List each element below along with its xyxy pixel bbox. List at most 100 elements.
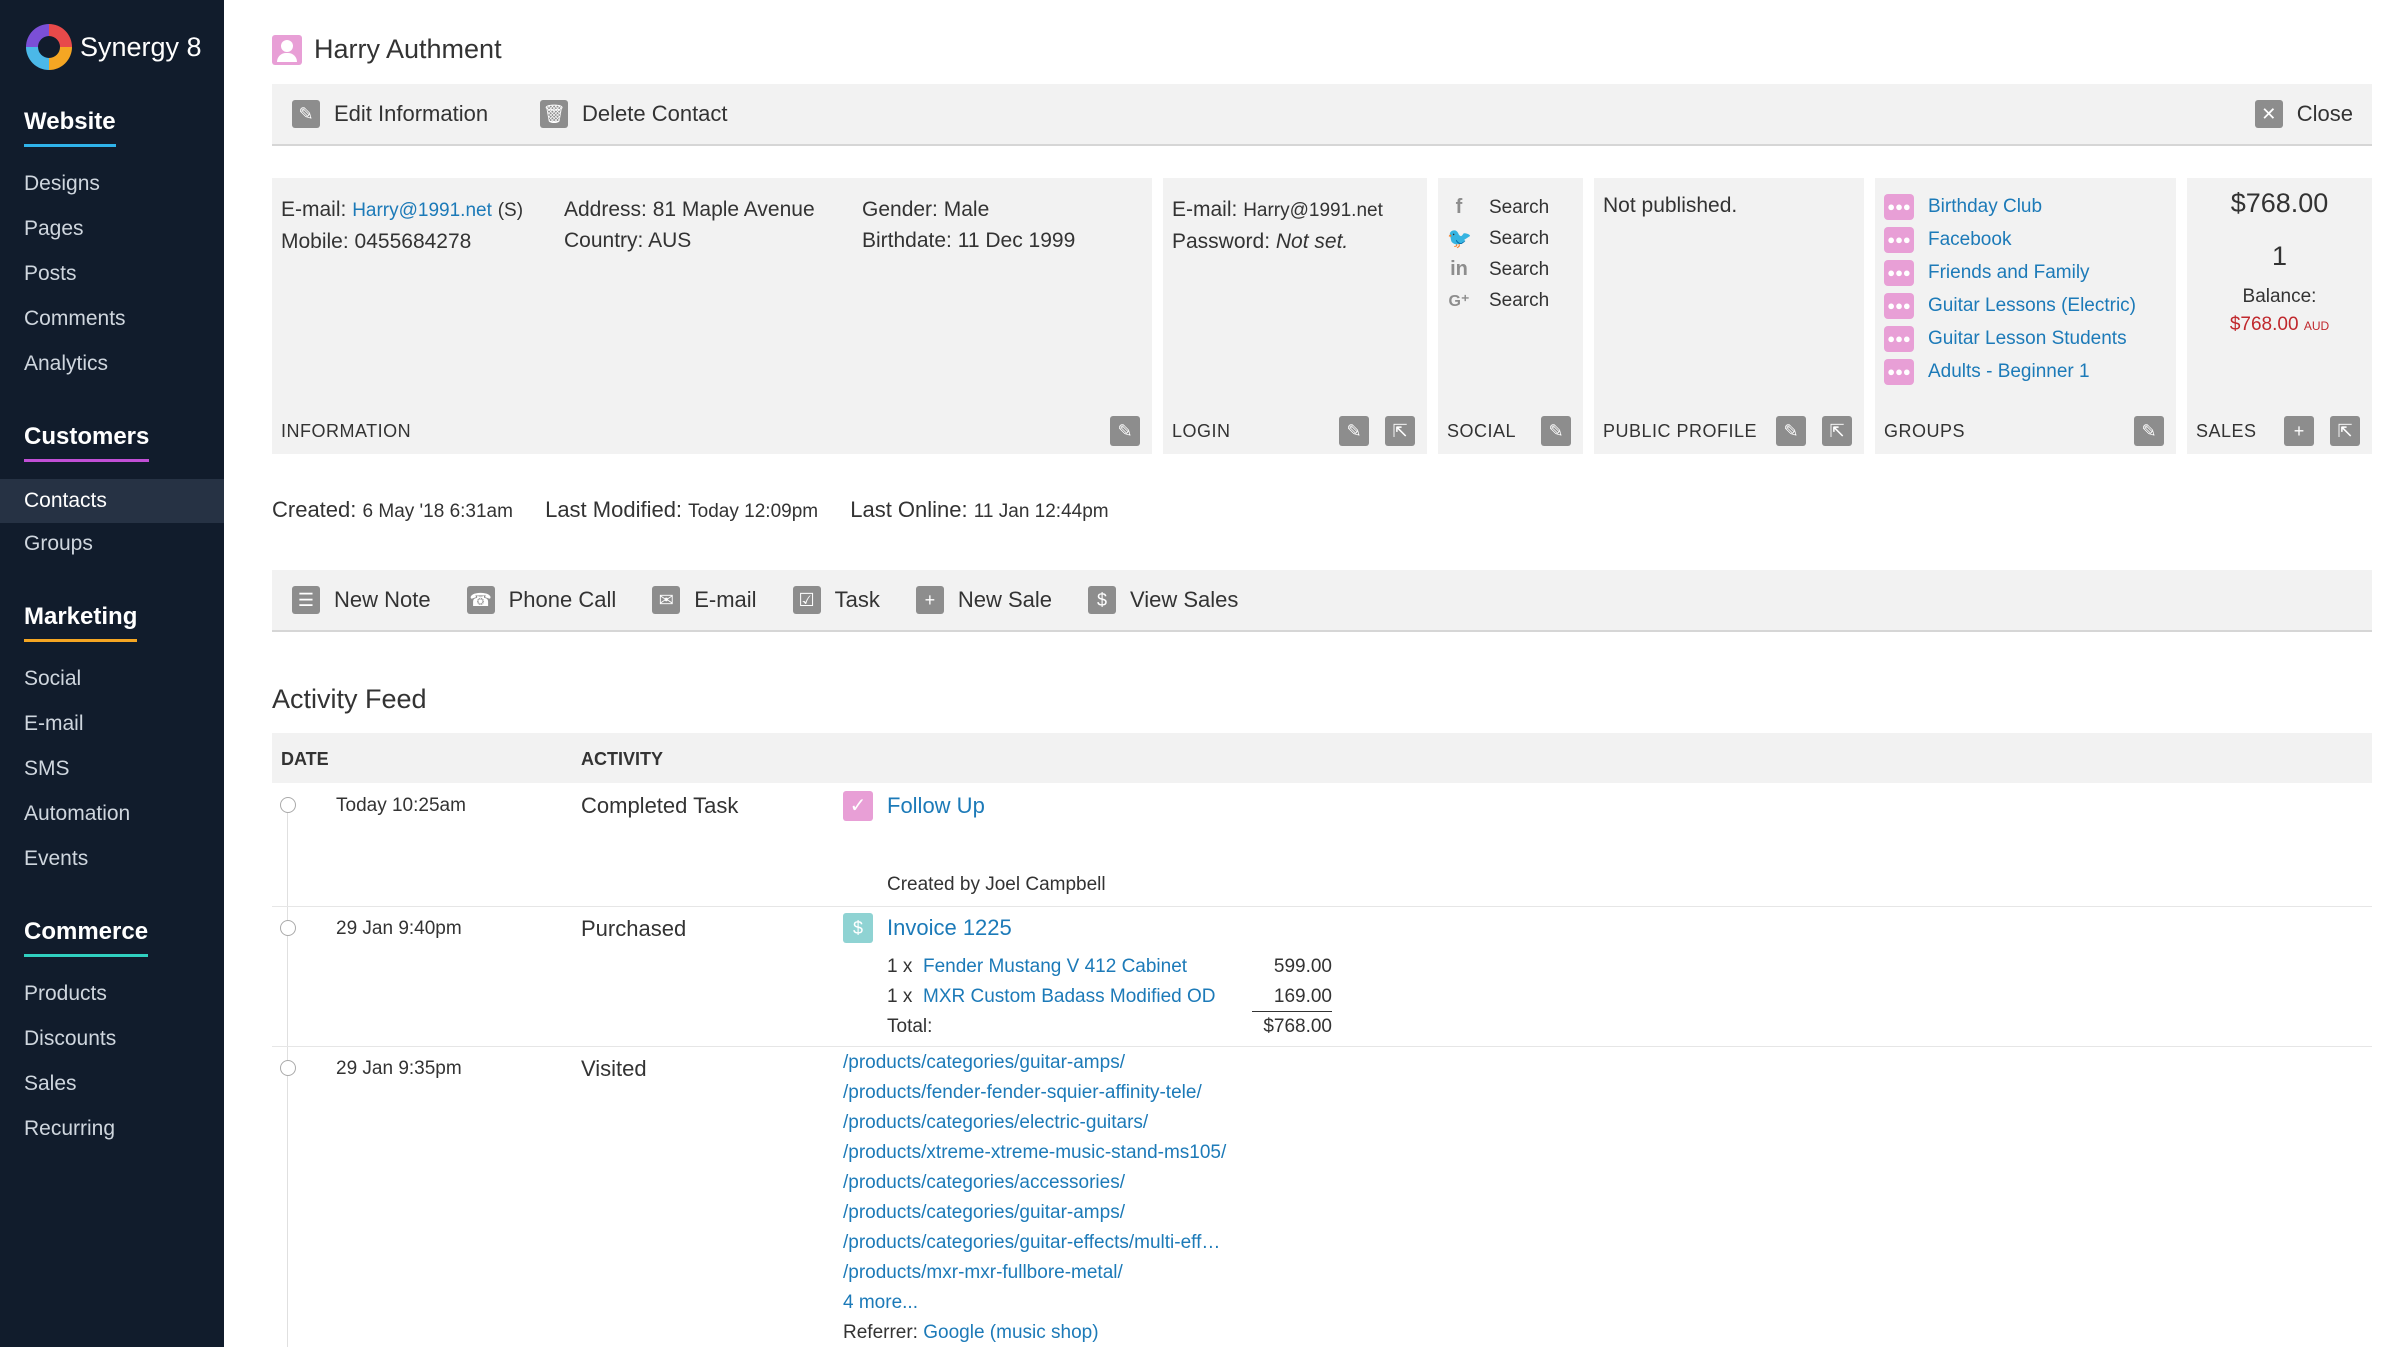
nav-item-sms[interactable]: SMS bbox=[24, 757, 70, 781]
contact-meta: Created: 6 May '18 6:31am Last Modified:… bbox=[272, 497, 1109, 522]
twitter-icon: 🐦 bbox=[1447, 228, 1472, 250]
social-label: SOCIAL bbox=[1447, 421, 1517, 441]
group-item[interactable]: ●●● Guitar Lessons (Electric) bbox=[1884, 289, 2136, 322]
nav-section-customers[interactable]: Customers bbox=[24, 423, 150, 462]
group-icon: ●●● bbox=[1884, 325, 1914, 352]
invoice-line: 1 x Fender Mustang V 412 Cabinet 599.00 bbox=[887, 952, 1332, 982]
invoice-dollar-icon: $ bbox=[843, 913, 873, 943]
online-date: 11 Jan 12:44pm bbox=[973, 501, 1109, 522]
dollar-icon: $ bbox=[1087, 586, 1116, 614]
activity-row: Today 10:25am Completed Task ✓ Follow Up… bbox=[272, 783, 2372, 907]
social-card: f Search 🐦 Search in Search G⁺ Search SOCIAL… bbox=[1438, 178, 1583, 454]
nav-item-products[interactable]: Products bbox=[24, 982, 107, 1006]
timeline-dot bbox=[280, 920, 296, 936]
activity-feed-title: Activity Feed bbox=[272, 684, 427, 714]
group-item[interactable]: ●●● Guitar Lesson Students bbox=[1884, 322, 2136, 355]
nav-item-sales[interactable]: Sales bbox=[24, 1072, 77, 1096]
created-date: 6 May '18 6:31am bbox=[362, 501, 513, 522]
referrer-link[interactable]: Google (music shop) bbox=[923, 1322, 1098, 1343]
nav-item-groups[interactable]: Groups bbox=[24, 532, 93, 556]
visited-url-link[interactable]: /products/mxr-mxr-fullbore-metal/ bbox=[843, 1258, 1226, 1288]
edit-information-button[interactable]: ✎ Edit Information bbox=[292, 100, 488, 128]
edit-login-icon[interactable]: ✎ bbox=[1339, 416, 1369, 446]
visited-url-link[interactable]: /products/categories/guitar-amps/ bbox=[843, 1198, 1226, 1228]
nav-item-designs[interactable]: Designs bbox=[24, 172, 100, 196]
invoice-link[interactable]: $ Invoice 1225 bbox=[843, 913, 1012, 943]
expand-public-profile-icon[interactable]: ⇱ bbox=[1822, 416, 1852, 446]
visited-url-link[interactable]: /products/categories/guitar-amps/ bbox=[843, 1048, 1226, 1078]
googleplus-search-link[interactable]: Search bbox=[1489, 290, 1549, 312]
nav-section-website[interactable]: Website bbox=[24, 108, 116, 147]
task-button[interactable]: ☑ Task bbox=[792, 586, 880, 614]
close-button[interactable]: ✕ Close bbox=[2254, 100, 2353, 128]
nav-item-social[interactable]: Social bbox=[24, 667, 81, 691]
task-check-icon: ✓ bbox=[843, 791, 873, 821]
expand-login-icon[interactable]: ⇱ bbox=[1385, 416, 1415, 446]
referrer: Referrer: Google (music shop) bbox=[843, 1322, 1099, 1343]
activity-row: 29 Jan 9:40pm Purchased $ Invoice 1225 1… bbox=[272, 906, 2372, 1047]
phone-call-button[interactable]: ☎ Phone Call bbox=[466, 586, 616, 614]
groups-label: GROUPS bbox=[1884, 421, 1966, 441]
edit-information-icon[interactable]: ✎ bbox=[1110, 416, 1140, 446]
delete-contact-button[interactable]: 🗑 Delete Contact bbox=[540, 100, 728, 128]
contact-person-icon bbox=[272, 34, 302, 65]
checkbox-icon: ☑ bbox=[792, 586, 821, 614]
activity-type: Visited bbox=[581, 1056, 647, 1081]
group-icon: ●●● bbox=[1884, 358, 1914, 385]
invoice-item-link[interactable]: MXR Custom Badass Modified OD bbox=[923, 982, 1252, 1012]
edit-groups-icon[interactable]: ✎ bbox=[2134, 416, 2164, 446]
new-note-button[interactable]: ☰ New Note bbox=[292, 586, 431, 614]
invoice-lines: 1 x Fender Mustang V 412 Cabinet 599.00 … bbox=[887, 952, 1332, 1042]
visited-url-link[interactable]: /products/fender-fender-squier-affinity-… bbox=[843, 1078, 1226, 1108]
show-more-link[interactable]: 4 more... bbox=[843, 1288, 1226, 1318]
linkedin-search-link[interactable]: Search bbox=[1489, 259, 1549, 281]
social-linkedin: in Search bbox=[1447, 254, 1549, 285]
nav-item-recurring[interactable]: Recurring bbox=[24, 1117, 115, 1141]
group-item[interactable]: ●●● Friends and Family bbox=[1884, 256, 2136, 289]
visited-url-link[interactable]: /products/xtreme-xtreme-music-stand-ms10… bbox=[843, 1138, 1226, 1168]
nav-section-marketing[interactable]: Marketing bbox=[24, 603, 138, 642]
expand-sales-icon[interactable]: ⇱ bbox=[2330, 416, 2360, 446]
visited-url-link[interactable]: /products/categories/accessories/ bbox=[843, 1168, 1226, 1198]
edit-public-profile-icon[interactable]: ✎ bbox=[1776, 416, 1806, 446]
facebook-search-link[interactable]: Search bbox=[1489, 197, 1549, 219]
invoice-item-link[interactable]: Fender Mustang V 412 Cabinet bbox=[923, 952, 1252, 982]
nav-item-posts[interactable]: Posts bbox=[24, 262, 77, 286]
nav-item-analytics[interactable]: Analytics bbox=[24, 352, 108, 376]
nav-item-email[interactable]: E-mail bbox=[24, 712, 84, 736]
task-link[interactable]: ✓ Follow Up bbox=[843, 791, 985, 821]
contact-email-link[interactable]: Harry@1991.net bbox=[352, 200, 492, 221]
info-address: Address: 81 Maple Avenue Country: AUS bbox=[564, 198, 815, 252]
nav-item-pages[interactable]: Pages bbox=[24, 217, 84, 241]
task-created-by: Created by Joel Campbell bbox=[887, 874, 1106, 895]
phone-icon: ☎ bbox=[466, 586, 495, 614]
sales-card: $768.00 1 Balance: $768.00 AUD SALES + ⇱ bbox=[2187, 178, 2372, 454]
activity-feed-header: DATE ACTIVITY bbox=[272, 733, 2372, 783]
group-item[interactable]: ●●● Birthday Club bbox=[1884, 190, 2136, 223]
note-icon: ☰ bbox=[292, 586, 320, 614]
view-sales-button[interactable]: $ View Sales bbox=[1087, 586, 1238, 614]
app-logo[interactable]: Synergy 8 bbox=[26, 24, 202, 70]
group-item[interactable]: ●●● Adults - Beginner 1 bbox=[1884, 355, 2136, 388]
twitter-search-link[interactable]: Search bbox=[1489, 228, 1549, 250]
visited-url-link[interactable]: /products/categories/electric-guitars/ bbox=[843, 1108, 1226, 1138]
invoice-line: 1 x MXR Custom Badass Modified OD 169.00 bbox=[887, 982, 1332, 1012]
activity-column-header: ACTIVITY bbox=[581, 749, 664, 769]
nav-item-contacts[interactable]: Contacts bbox=[0, 479, 224, 523]
invoice-total: Total: $768.00 bbox=[887, 1016, 1332, 1037]
email-button[interactable]: ✉ E-mail bbox=[652, 586, 757, 614]
add-sale-icon[interactable]: + bbox=[2284, 416, 2314, 446]
group-item[interactable]: ●●● Facebook bbox=[1884, 223, 2136, 256]
contact-toolbar: ✎ Edit Information 🗑 Delete Contact ✕ Cl… bbox=[272, 84, 2372, 146]
balance-label: Balance: bbox=[2242, 286, 2317, 307]
new-sale-button[interactable]: + New Sale bbox=[915, 586, 1052, 614]
nav-item-comments[interactable]: Comments bbox=[24, 307, 126, 331]
nav-section-commerce[interactable]: Commerce bbox=[24, 918, 149, 957]
edit-social-icon[interactable]: ✎ bbox=[1541, 416, 1571, 446]
sales-count: 1 bbox=[2271, 241, 2288, 271]
nav-item-automation[interactable]: Automation bbox=[24, 802, 130, 826]
visited-url-link[interactable]: /products/categories/guitar-effects/mult… bbox=[843, 1228, 1226, 1258]
nav-item-discounts[interactable]: Discounts bbox=[24, 1027, 116, 1051]
nav-item-events[interactable]: Events bbox=[24, 847, 88, 871]
login-label: LOGIN bbox=[1172, 421, 1231, 441]
